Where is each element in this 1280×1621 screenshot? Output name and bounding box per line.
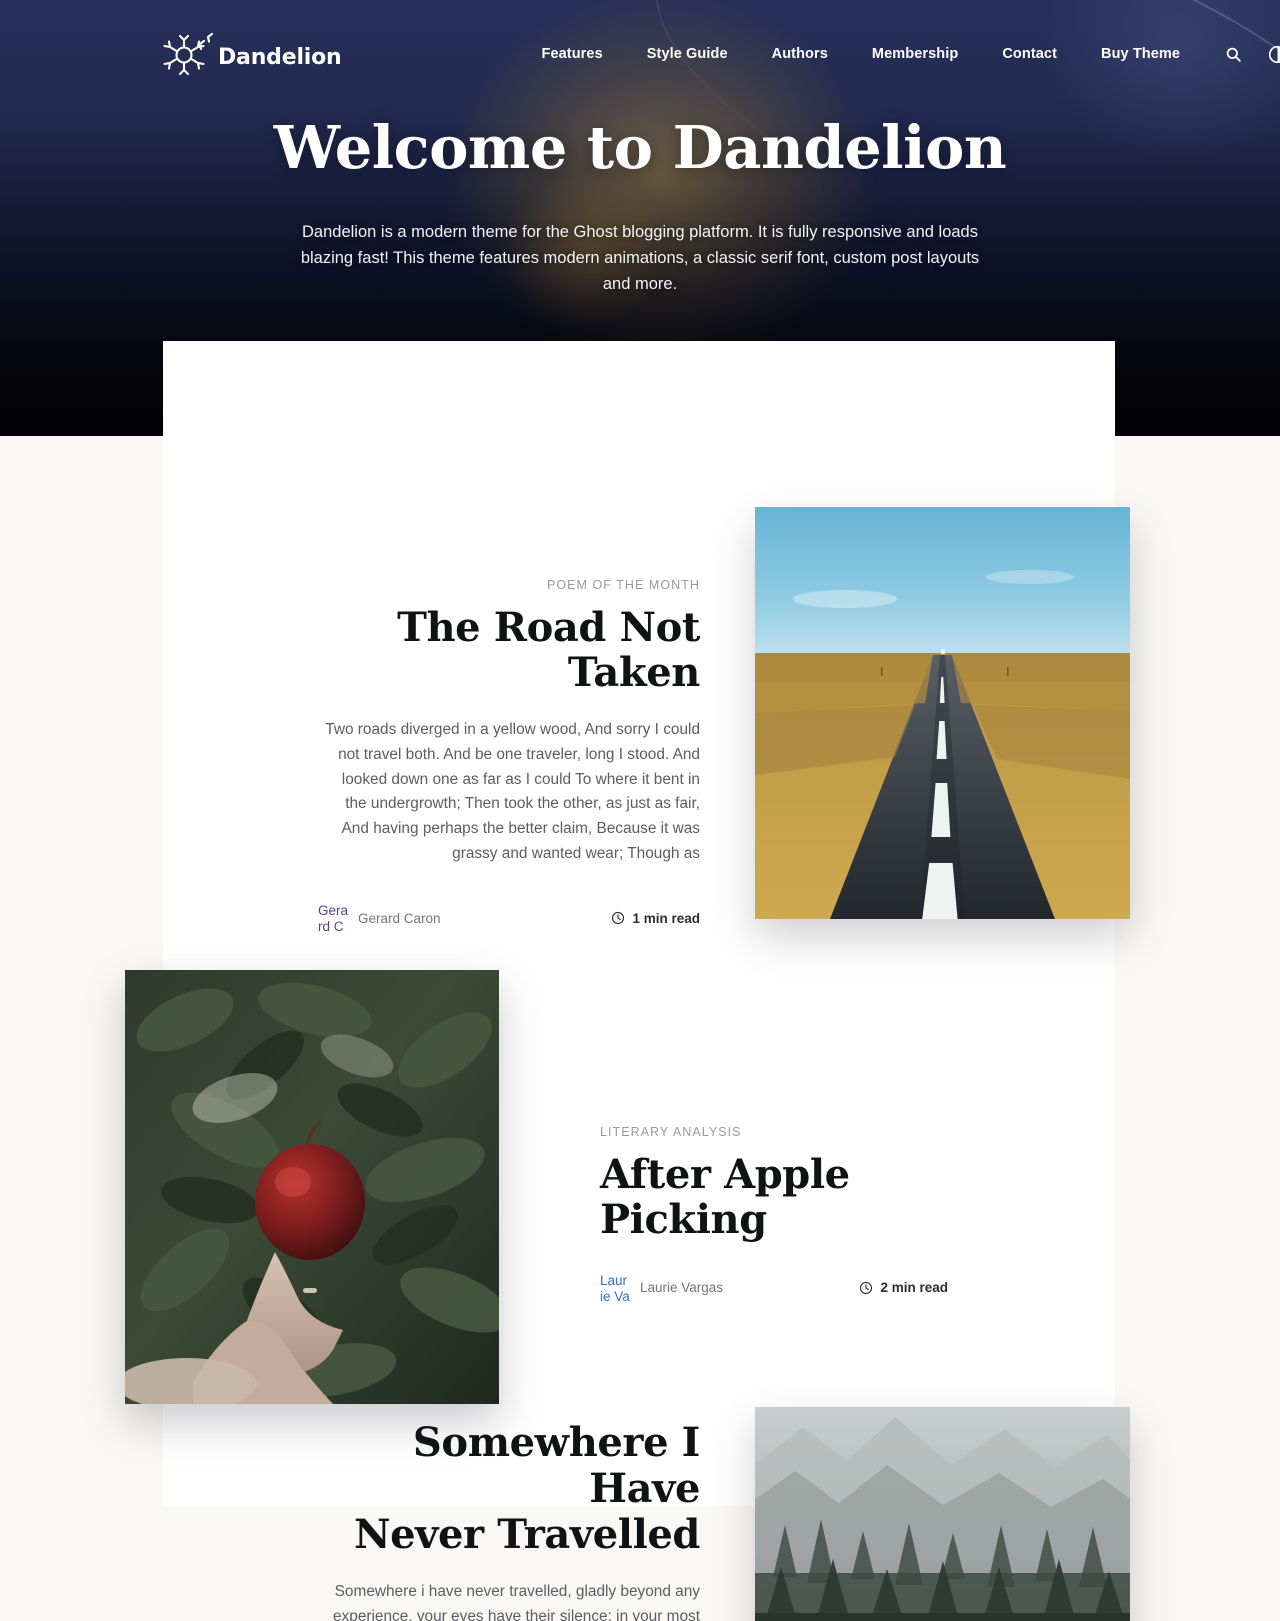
post-excerpt: Two roads diverged in a yellow wood, And… (318, 718, 700, 868)
author-name: Laurie Vargas (640, 1280, 723, 1295)
nav-item-buy-theme[interactable]: Buy Theme (1079, 36, 1202, 72)
dandelion-icon (162, 28, 222, 80)
post-card-the-road-not-taken[interactable]: POEM OF THE MONTH The Road Not Taken Two… (0, 436, 1280, 906)
post-feature-image[interactable] (125, 970, 499, 1404)
post-text-block: POEM OF THE MONTH The Road Not Taken Two… (318, 578, 700, 933)
nav-item-features[interactable]: Features (520, 36, 625, 72)
search-icon[interactable] (1218, 39, 1248, 69)
main-navigation: Dandelion Features Style Guide Authors M… (0, 0, 1280, 108)
post-kicker: POEM OF THE MONTH (318, 578, 700, 592)
site-logo-link[interactable]: Dandelion (162, 28, 342, 80)
post-title[interactable]: After Apple Picking (600, 1153, 990, 1243)
hero-content: Welcome to Dandelion Dandelion is a mode… (0, 108, 1280, 297)
avatar: Laurie Vargas (600, 1273, 630, 1303)
nav-item-style-guide[interactable]: Style Guide (625, 36, 750, 72)
post-title-line-2: Never Travelled (354, 1511, 700, 1558)
post-author[interactable]: Laurie Vargas Laurie Vargas (600, 1273, 723, 1303)
nav-menu: Features Style Guide Authors Membership … (520, 36, 1280, 72)
post-kicker: LITERARY ANALYSIS (600, 1125, 990, 1139)
nav-item-membership[interactable]: Membership (850, 36, 980, 72)
post-card-somewhere-i-have-never-travelled[interactable]: Somewhere I HaveNever Travelled Somewher… (0, 1381, 1280, 1621)
contrast-circle-icon[interactable] (1262, 39, 1280, 69)
nav-item-authors[interactable]: Authors (750, 36, 850, 72)
site-brand-name: Dandelion (218, 45, 342, 70)
post-title-line-1: Somewhere I Have (413, 1419, 700, 1512)
post-feed: POEM OF THE MONTH The Road Not Taken Two… (0, 436, 1280, 1621)
clock-icon (859, 1281, 873, 1295)
post-title[interactable]: Somewhere I HaveNever Travelled (318, 1420, 700, 1558)
post-title[interactable]: The Road Not Taken (318, 606, 700, 696)
post-card-after-apple-picking[interactable]: LITERARY ANALYSIS After Apple Picking La… (0, 906, 1280, 1381)
read-time: 2 min read (859, 1280, 948, 1295)
post-text-block: Somewhere I HaveNever Travelled Somewher… (318, 1420, 700, 1621)
nav-icon-group (1218, 39, 1280, 69)
post-text-block: LITERARY ANALYSIS After Apple Picking La… (600, 1125, 990, 1303)
post-meta: Laurie Vargas Laurie Vargas 2 min read (600, 1273, 948, 1303)
nav-item-contact[interactable]: Contact (980, 36, 1079, 72)
post-feature-image[interactable] (755, 507, 1130, 919)
post-excerpt: Somewhere i have never travelled, gladly… (318, 1580, 700, 1621)
page-title: Welcome to Dandelion (0, 116, 1280, 181)
read-time-label: 2 min read (880, 1280, 948, 1295)
post-feature-image[interactable] (755, 1407, 1130, 1621)
hero-subtitle: Dandelion is a modern theme for the Ghos… (295, 219, 985, 297)
